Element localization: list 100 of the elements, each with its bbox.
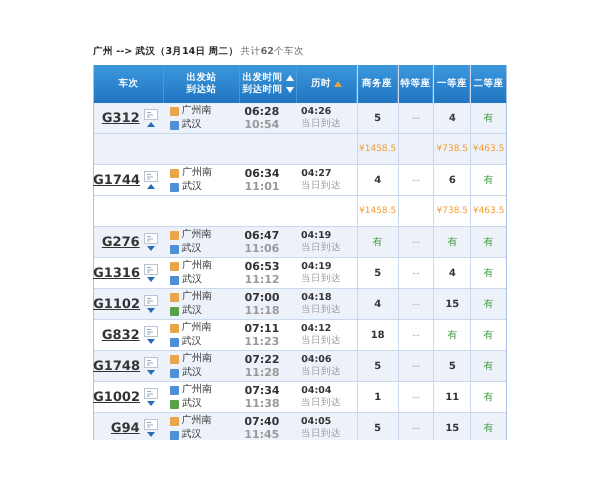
column-header[interactable]: 出发站 到达站 — [186, 72, 216, 96]
expand-caret-icon[interactable] — [146, 246, 155, 251]
card-icon[interactable] — [144, 419, 158, 430]
duration: 04:06 — [301, 354, 332, 366]
column-header[interactable]: 到达时间 — [242, 84, 283, 96]
seat-availability: 有 — [372, 236, 383, 249]
seat-availability: -- — [412, 268, 420, 278]
route-title: 广州 --> 武汉（3月14日 周二） — [93, 45, 239, 58]
seat-availability: 5 — [374, 422, 382, 434]
seat-availability: 有 — [447, 236, 458, 249]
arrival-time: 11:18 — [244, 304, 280, 317]
arrival-day: 当日到达 — [301, 304, 342, 316]
duration: 04:04 — [301, 385, 332, 397]
seat-availability: 15 — [445, 298, 460, 310]
duration: 04:19 — [301, 230, 332, 242]
duration: 04:05 — [301, 416, 332, 428]
station-name: 广州南 — [182, 322, 212, 334]
sort-up-icon[interactable] — [334, 81, 342, 87]
train-number-link[interactable]: G832 — [102, 328, 140, 342]
card-icon[interactable] — [144, 233, 158, 244]
expand-caret-icon[interactable] — [146, 339, 155, 344]
expand-caret-icon[interactable] — [147, 308, 155, 313]
duration: 04:12 — [301, 323, 332, 335]
seat-availability: 5 — [374, 112, 382, 124]
seat-availability: -- — [412, 174, 420, 186]
seat-availability: 15 — [445, 422, 460, 434]
card-icon[interactable] — [144, 171, 158, 182]
train-number-link[interactable]: G1316 — [93, 266, 140, 280]
column-header[interactable]: 历时 — [310, 78, 331, 90]
train-number-link[interactable]: G312 — [102, 110, 140, 126]
seat-price: ¥738.5 — [436, 206, 468, 216]
station-name: 武汉 — [182, 336, 202, 348]
arrival-day: 当日到达 — [301, 118, 342, 130]
card-icon[interactable] — [144, 357, 158, 368]
card-icon[interactable] — [144, 109, 158, 120]
expand-caret-icon[interactable] — [147, 277, 155, 282]
card-icon[interactable] — [144, 295, 158, 306]
arrival-day: 当日到达 — [301, 428, 342, 440]
seat-price: ¥463.5 — [472, 144, 504, 154]
expand-caret-icon[interactable] — [146, 432, 155, 437]
card-icon[interactable] — [144, 326, 158, 337]
seat-availability: 1 — [374, 392, 382, 402]
column-header[interactable]: 商务座 — [362, 78, 392, 90]
seat-price: ¥463.5 — [472, 206, 504, 216]
column-header[interactable]: 出发时间 — [242, 72, 283, 84]
seat-availability: -- — [412, 392, 420, 402]
duration: 04:19 — [301, 261, 332, 273]
station-name: 广州南 — [182, 415, 212, 427]
collapse-caret-icon[interactable] — [147, 184, 155, 189]
seat-availability: 5 — [374, 360, 382, 372]
collapse-caret-icon[interactable] — [146, 122, 155, 127]
train-number-link[interactable]: G1748 — [93, 358, 140, 374]
train-number-link[interactable]: G1102 — [93, 296, 140, 312]
card-icon[interactable] — [144, 388, 158, 399]
seat-availability: 4 — [374, 174, 382, 186]
arrival-time: 11:23 — [244, 335, 280, 348]
seat-availability: 有 — [484, 329, 494, 342]
seat-availability: -- — [412, 298, 420, 310]
expand-caret-icon[interactable] — [147, 370, 155, 375]
departure-time: 06:34 — [244, 167, 280, 180]
train-number-link[interactable]: G1744 — [93, 172, 140, 188]
sort-up-icon[interactable] — [286, 75, 294, 81]
arrival-day: 当日到达 — [301, 273, 342, 285]
station-name: 武汉 — [182, 119, 202, 131]
arrival-day: 当日到达 — [301, 366, 342, 378]
station-name: 武汉 — [182, 305, 202, 317]
station-name: 武汉 — [182, 181, 202, 193]
departure-time: 07:34 — [244, 384, 280, 397]
arrival-day: 当日到达 — [301, 335, 342, 347]
arrival-day: 当日到达 — [301, 180, 342, 192]
duration: 04:26 — [301, 106, 332, 118]
seat-availability: -- — [412, 330, 420, 340]
column-header[interactable]: 特等座 — [400, 78, 430, 90]
train-number-link[interactable]: G94 — [110, 420, 140, 436]
arrival-time: 11:45 — [244, 428, 280, 440]
train-number-link[interactable]: G276 — [102, 234, 140, 250]
column-header[interactable]: 一等座 — [436, 78, 467, 90]
column-header[interactable]: 二等座 — [474, 78, 504, 90]
card-icon[interactable] — [144, 264, 158, 275]
seat-price: ¥1458.5 — [359, 144, 396, 154]
seat-availability: 5 — [448, 360, 456, 372]
arrival-day: 当日到达 — [301, 397, 342, 409]
seat-availability: -- — [412, 422, 420, 434]
seat-availability: 有 — [484, 422, 494, 435]
departure-time: 06:53 — [244, 260, 280, 273]
seat-availability: 6 — [448, 174, 456, 186]
arrival-day: 当日到达 — [301, 242, 342, 254]
station-name: 武汉 — [182, 398, 202, 410]
departure-time: 07:00 — [244, 291, 280, 304]
column-header[interactable]: 车次 — [118, 78, 138, 90]
expand-caret-icon[interactable] — [147, 401, 155, 406]
station-name: 广州南 — [182, 105, 212, 117]
train-count: 共计62个车次 — [240, 45, 304, 58]
arrival-time: 11:01 — [244, 180, 280, 193]
station-name: 广州南 — [182, 167, 212, 179]
arrival-time: 11:38 — [244, 397, 280, 410]
sort-down-icon[interactable] — [286, 87, 294, 93]
train-number-link[interactable]: G1002 — [93, 390, 140, 404]
seat-availability: -- — [412, 112, 420, 124]
departure-time: 07:11 — [244, 322, 280, 335]
